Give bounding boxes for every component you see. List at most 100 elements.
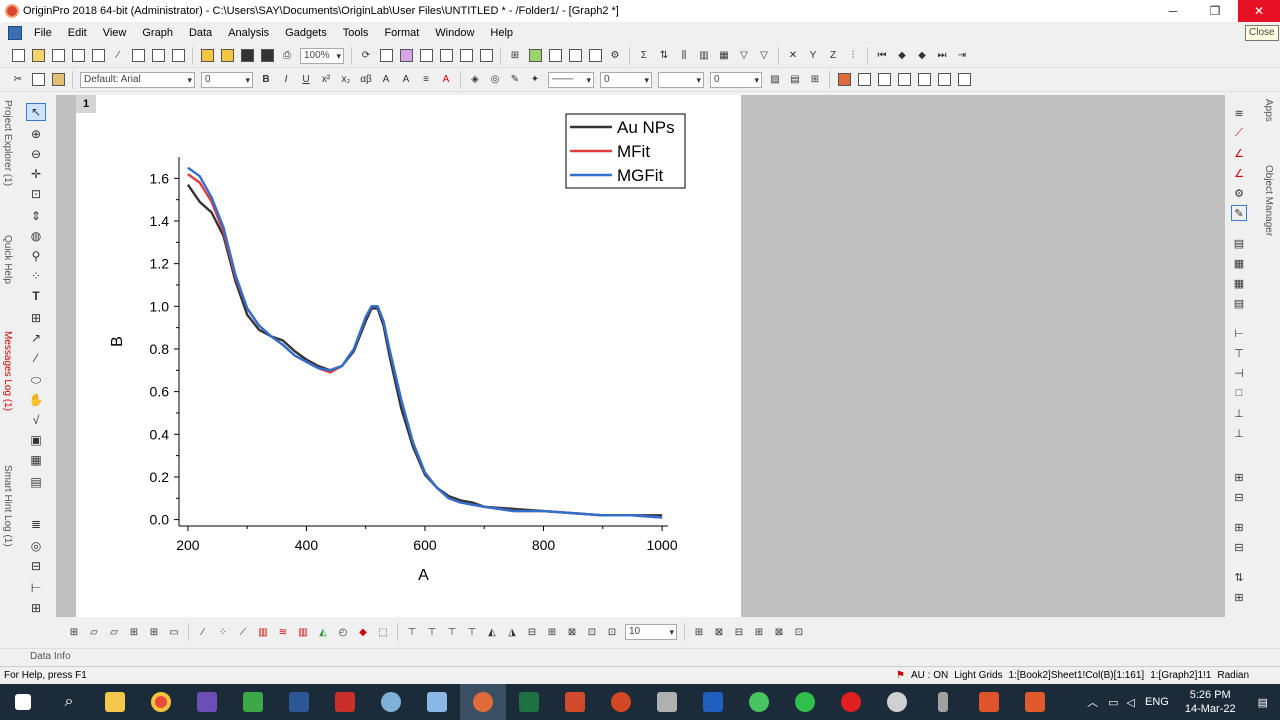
data-info-label[interactable]: Data Info <box>30 651 71 662</box>
3d-graph-icon[interactable]: ⬚ <box>375 624 391 640</box>
align-tool-4-icon[interactable]: ⊤ <box>464 624 480 640</box>
open-icon[interactable] <box>199 48 215 64</box>
date-time-icon[interactable]: ▦ <box>1231 255 1247 271</box>
refresh-icon[interactable]: ⟳ <box>358 48 374 64</box>
paste-icon[interactable] <box>50 72 66 88</box>
filter-icon[interactable]: ▽ <box>736 48 752 64</box>
stacked-column-icon[interactable]: ▥ <box>295 624 311 640</box>
set-error-icon[interactable]: ⫶ <box>845 48 861 64</box>
new-layout-icon[interactable] <box>150 48 166 64</box>
chart[interactable]: 0.0 0.2 0.4 0.6 0.8 1.0 1.2 1.4 1.6 200 400 600 800 1… <box>76 95 741 617</box>
group-icon[interactable]: ⊡ <box>584 624 600 640</box>
graph-type-1-icon[interactable]: ⊞ <box>66 624 82 640</box>
align-tool-1-icon[interactable]: ⊤ <box>404 624 420 640</box>
align-vertical-icon[interactable]: ⊞ <box>1231 519 1247 535</box>
decrease-font-icon[interactable]: A <box>398 72 414 88</box>
excel-icon[interactable] <box>506 684 552 720</box>
pie-graph-icon[interactable]: ◴ <box>335 624 351 640</box>
set-y-icon[interactable]: Y <box>805 48 821 64</box>
menu-window[interactable]: Window <box>427 22 482 44</box>
align-tool-5-icon[interactable]: ◭ <box>484 624 500 640</box>
graph-window-icon[interactable] <box>8 26 22 40</box>
axis-bottom-icon[interactable]: ⊥ <box>1231 405 1247 421</box>
align-horizontal-icon[interactable]: ⊟ <box>1231 539 1247 555</box>
script-window-icon[interactable] <box>478 48 494 64</box>
graph-type-5-icon[interactable]: ⊞ <box>146 624 162 640</box>
wechat-icon[interactable] <box>736 684 782 720</box>
save-window-icon[interactable] <box>259 48 275 64</box>
subscript-icon[interactable]: x₂ <box>338 72 354 88</box>
bottom-size-combo[interactable]: 10 <box>625 624 677 640</box>
menu-edit[interactable]: Edit <box>60 22 95 44</box>
zoom-combo[interactable]: 100% <box>300 47 344 64</box>
menu-tools[interactable]: Tools <box>335 22 377 44</box>
gradient-icon[interactable]: ▤ <box>787 72 803 88</box>
ungroup-icon[interactable]: ⊡ <box>604 624 620 640</box>
object-icon[interactable]: ▤ <box>26 473 46 491</box>
worksheet-tool-3-icon[interactable] <box>876 72 892 88</box>
save-project-icon[interactable] <box>239 48 255 64</box>
layer-table-icon[interactable]: ▦ <box>1231 275 1247 291</box>
notification-icon[interactable]: ▤ <box>1258 696 1268 709</box>
line-plot-icon[interactable]: ≋ <box>1231 105 1247 121</box>
object-tool-6-icon[interactable]: ⊡ <box>791 624 807 640</box>
axis-top-icon[interactable]: ⊤ <box>1231 345 1247 361</box>
zoom-out-icon[interactable]: ⊖ <box>26 145 46 163</box>
axis-tick-icon[interactable]: ⊥ <box>1231 425 1247 441</box>
goto-icon[interactable]: ⇥ <box>954 48 970 64</box>
windows-start-icon[interactable] <box>0 684 46 720</box>
new-function-icon[interactable] <box>130 48 146 64</box>
line-graph-icon[interactable]: ∕ <box>195 624 211 640</box>
regional-selector-icon[interactable]: ⚲ <box>26 247 46 265</box>
paint-icon[interactable] <box>368 684 414 720</box>
align-left-icon[interactable]: ≣ <box>26 515 46 533</box>
align-tool-7-icon[interactable]: ⊟ <box>524 624 540 640</box>
tab-apps[interactable]: Apps <box>1263 99 1274 122</box>
wps-icon[interactable] <box>552 684 598 720</box>
hand-icon[interactable]: ✋ <box>26 391 46 409</box>
file-explorer-icon[interactable] <box>92 684 138 720</box>
font-size-combo[interactable]: 0 <box>201 71 253 88</box>
text-tool-icon[interactable]: T <box>26 287 46 305</box>
clock[interactable]: 5:26 PM 14-Mar-22 <box>1185 688 1236 716</box>
screen-reader-icon[interactable]: ⊡ <box>26 185 46 203</box>
set-x-icon[interactable]: ✕ <box>785 48 801 64</box>
object-tool-4-icon[interactable]: ⊞ <box>751 624 767 640</box>
search-icon[interactable]: ⌕ <box>46 684 92 720</box>
new-notes-icon[interactable] <box>170 48 186 64</box>
whatsapp-icon[interactable] <box>782 684 828 720</box>
ellipse-tool-icon[interactable]: ⬭ <box>26 371 46 389</box>
mask-icon[interactable]: ⁘ <box>26 267 46 285</box>
sort-icon[interactable]: ⇅ <box>656 48 672 64</box>
line-symbol-icon[interactable]: ∠ <box>1231 145 1247 161</box>
word-icon[interactable] <box>276 684 322 720</box>
scatter-graph-icon[interactable]: ⁘ <box>215 624 231 640</box>
pattern-icon[interactable]: ◎ <box>487 72 503 88</box>
duplicate-icon[interactable] <box>378 48 394 64</box>
new-matrix-icon[interactable] <box>90 48 106 64</box>
pattern-fill-icon[interactable]: ▨ <box>767 72 783 88</box>
minimize-button[interactable]: ─ <box>1156 0 1190 22</box>
box-chart-icon[interactable]: ◆ <box>355 624 371 640</box>
camtasia-icon[interactable] <box>230 684 276 720</box>
recalculate-icon[interactable] <box>398 48 414 64</box>
last-icon[interactable]: ⏭ <box>934 48 950 64</box>
usb-icon[interactable] <box>920 684 966 720</box>
image-icon[interactable] <box>527 48 543 64</box>
worksheet-tool-7-icon[interactable] <box>956 72 972 88</box>
column-stats-icon[interactable]: ⫼ <box>676 48 692 64</box>
open-template-icon[interactable] <box>219 48 235 64</box>
align-icon[interactable]: ≡ <box>418 72 434 88</box>
add-column-icon[interactable]: Σ <box>636 48 652 64</box>
data-reader-icon[interactable]: ⇕ <box>26 207 46 225</box>
volume-icon[interactable]: ◁ <box>1127 696 1135 709</box>
scale-icon[interactable]: ✛ <box>26 165 46 183</box>
italic-icon[interactable]: I <box>278 72 294 88</box>
tab-quick-help[interactable]: Quick Help <box>2 235 13 284</box>
graph-type-4-icon[interactable]: ⊞ <box>126 624 142 640</box>
menu-format[interactable]: Format <box>376 22 427 44</box>
worksheet-tool-4-icon[interactable] <box>896 72 912 88</box>
object-tool-3-icon[interactable]: ⊟ <box>731 624 747 640</box>
symbol-icon[interactable]: ✦ <box>527 72 543 88</box>
font-combo[interactable]: Default: Arial <box>80 71 195 88</box>
